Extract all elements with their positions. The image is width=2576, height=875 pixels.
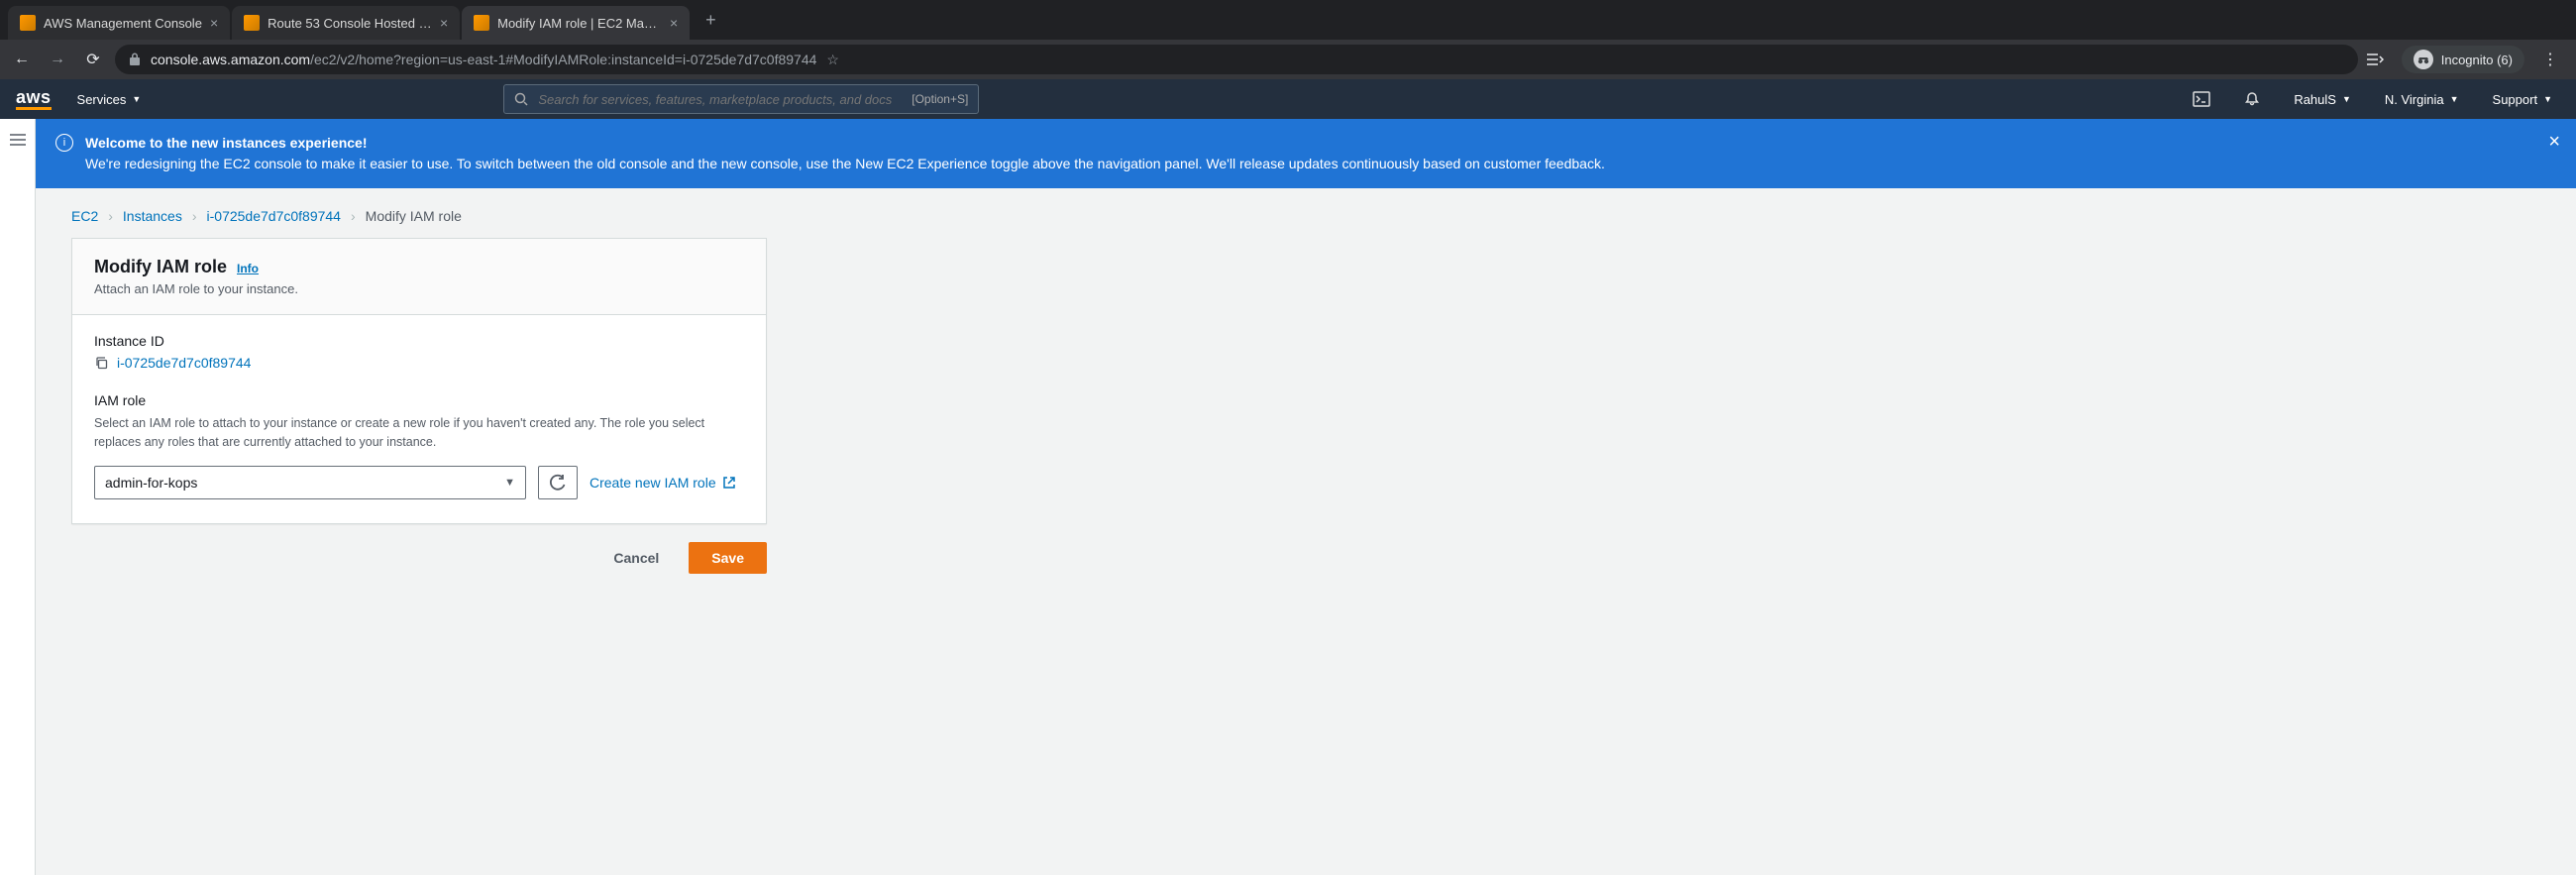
- services-menu[interactable]: Services ▼: [69, 92, 150, 107]
- browser-tab-active[interactable]: Modify IAM role | EC2 Manager ×: [462, 6, 690, 40]
- close-banner-button[interactable]: ×: [2548, 131, 2560, 154]
- browser-menu-button[interactable]: ⋮: [2532, 50, 2568, 69]
- close-icon[interactable]: ×: [440, 15, 448, 31]
- create-link-text: Create new IAM role: [590, 475, 716, 491]
- chevron-down-icon: ▼: [2450, 94, 2459, 104]
- iam-role-description: Select an IAM role to attach to your ins…: [94, 414, 744, 452]
- tab-title: AWS Management Console: [44, 16, 202, 31]
- info-icon: i: [55, 134, 73, 152]
- iam-role-label: IAM role: [94, 392, 744, 408]
- browser-tab[interactable]: AWS Management Console ×: [8, 6, 230, 40]
- aws-header: aws Services ▼ [Option+S] RahulS ▼ N. Vi…: [0, 79, 2576, 119]
- chevron-down-icon: ▼: [2543, 94, 2552, 104]
- external-link-icon: [722, 476, 736, 490]
- page-title: Modify IAM role: [94, 257, 227, 277]
- chevron-right-icon: ›: [192, 208, 197, 224]
- aws-favicon-icon: [20, 15, 36, 31]
- main-content: i Welcome to the new instances experienc…: [36, 119, 2576, 875]
- url-field[interactable]: console.aws.amazon.com/ec2/v2/home?regio…: [115, 45, 2358, 74]
- create-iam-role-link[interactable]: Create new IAM role: [590, 475, 736, 491]
- lock-icon: [129, 53, 141, 66]
- url-text: console.aws.amazon.com/ec2/v2/home?regio…: [151, 52, 816, 67]
- breadcrumb-link[interactable]: i-0725de7d7c0f89744: [207, 208, 341, 224]
- iam-role-select[interactable]: admin-for-kops ▼: [94, 466, 526, 499]
- new-tab-button[interactable]: +: [692, 10, 730, 31]
- browser-tab-strip: AWS Management Console × Route 53 Consol…: [0, 0, 2576, 40]
- info-link[interactable]: Info: [237, 262, 259, 275]
- browser-address-bar: ← → ⟳ console.aws.amazon.com/ec2/v2/home…: [0, 40, 2576, 79]
- search-input[interactable]: [538, 92, 902, 107]
- reload-button[interactable]: ⟳: [79, 50, 107, 69]
- incognito-icon: [2414, 50, 2433, 69]
- chevron-down-icon: ▼: [132, 94, 141, 104]
- notifications-button[interactable]: [2236, 91, 2268, 107]
- back-button[interactable]: ←: [8, 51, 36, 68]
- panel-body: Instance ID i-0725de7d7c0f89744 IAM role…: [72, 315, 766, 523]
- app-body: i Welcome to the new instances experienc…: [0, 119, 2576, 875]
- cancel-button[interactable]: Cancel: [593, 542, 679, 574]
- account-menu[interactable]: RahulS ▼: [2286, 92, 2359, 107]
- chevron-right-icon: ›: [351, 208, 356, 224]
- region-name: N. Virginia: [2385, 92, 2444, 107]
- refresh-button[interactable]: [538, 466, 578, 499]
- breadcrumb-link[interactable]: EC2: [71, 208, 98, 224]
- copy-icon[interactable]: [94, 356, 109, 371]
- tab-title: Modify IAM role | EC2 Manager: [497, 16, 662, 31]
- modify-iam-role-panel: Modify IAM role Info Attach an IAM role …: [71, 238, 767, 524]
- star-icon[interactable]: ☆: [826, 52, 839, 68]
- banner-title: Welcome to the new instances experience!: [85, 135, 368, 151]
- incognito-badge[interactable]: Incognito (6): [2402, 46, 2524, 73]
- instance-id-label: Instance ID: [94, 333, 744, 349]
- banner-body: We're redesigning the EC2 console to mak…: [85, 156, 1605, 171]
- sidebar-toggle[interactable]: [0, 119, 36, 875]
- support-menu[interactable]: Support ▼: [2485, 92, 2560, 107]
- breadcrumb: EC2 › Instances › i-0725de7d7c0f89744 › …: [36, 188, 2576, 238]
- panel-subtitle: Attach an IAM role to your instance.: [94, 281, 744, 296]
- region-menu[interactable]: N. Virginia ▼: [2377, 92, 2467, 107]
- chevron-down-icon: ▼: [2342, 94, 2351, 104]
- save-button[interactable]: Save: [689, 542, 767, 574]
- services-label: Services: [77, 92, 127, 107]
- form-actions: Cancel Save: [71, 542, 767, 574]
- aws-favicon-icon: [244, 15, 260, 31]
- browser-tab[interactable]: Route 53 Console Hosted Zone ×: [232, 6, 460, 40]
- global-search[interactable]: [Option+S]: [503, 84, 979, 114]
- search-icon: [514, 92, 528, 106]
- selected-value: admin-for-kops: [105, 475, 197, 491]
- panel-header: Modify IAM role Info Attach an IAM role …: [72, 239, 766, 315]
- instance-id-link[interactable]: i-0725de7d7c0f89744: [117, 355, 251, 371]
- close-icon[interactable]: ×: [210, 15, 218, 31]
- aws-favicon-icon: [474, 15, 489, 31]
- close-icon[interactable]: ×: [670, 15, 678, 31]
- incognito-label: Incognito (6): [2441, 53, 2513, 67]
- reading-list-icon[interactable]: [2366, 53, 2394, 66]
- breadcrumb-link[interactable]: Instances: [123, 208, 182, 224]
- breadcrumb-current: Modify IAM role: [366, 208, 462, 224]
- chevron-right-icon: ›: [108, 208, 113, 224]
- info-banner: i Welcome to the new instances experienc…: [36, 119, 2576, 188]
- user-name: RahulS: [2294, 92, 2336, 107]
- support-label: Support: [2493, 92, 2538, 107]
- search-shortcut-hint: [Option+S]: [912, 92, 968, 106]
- chevron-down-icon: ▼: [504, 477, 515, 489]
- aws-logo[interactable]: aws: [16, 88, 52, 110]
- tab-title: Route 53 Console Hosted Zone: [268, 16, 432, 31]
- forward-button[interactable]: →: [44, 51, 71, 68]
- cloudshell-button[interactable]: [2185, 91, 2218, 107]
